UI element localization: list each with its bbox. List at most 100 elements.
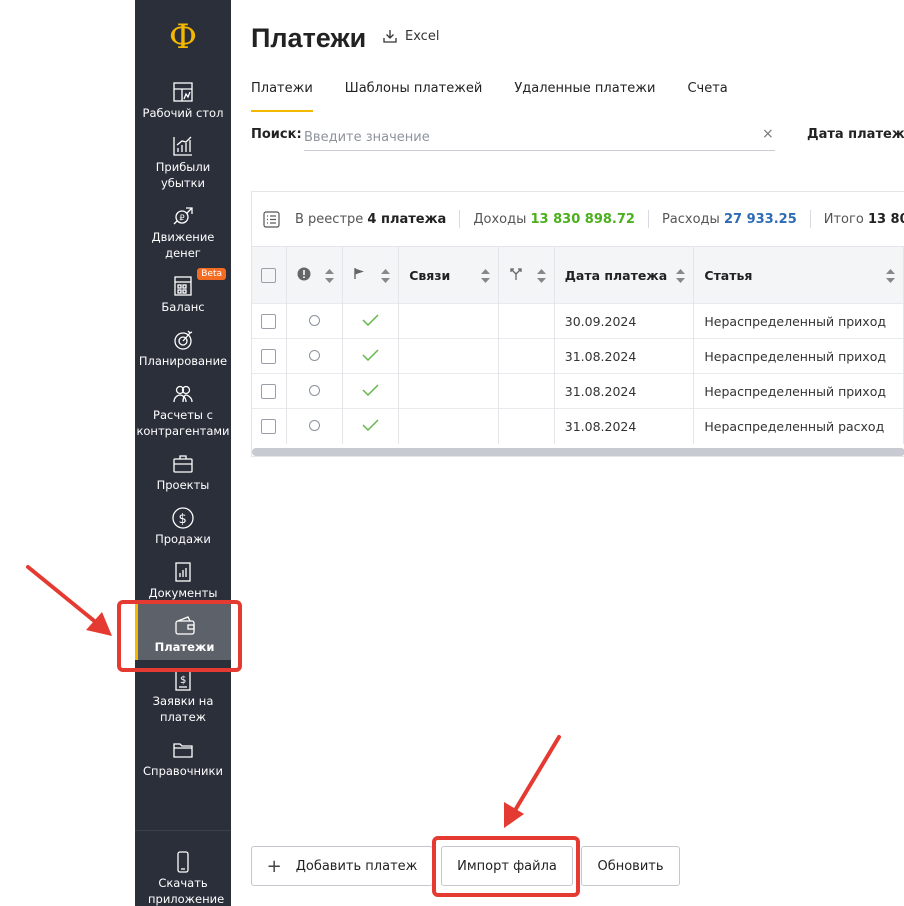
row-status-cell [286, 373, 344, 409]
highlight-box-payments [117, 600, 242, 672]
folder-icon [173, 743, 193, 758]
summary-divider [647, 210, 649, 228]
clear-search-icon[interactable]: × [762, 126, 774, 142]
excel-export-button[interactable]: Excel [382, 28, 439, 44]
split-icon [510, 267, 522, 280]
registry-count: 4 платежа [367, 211, 447, 227]
status-circle-icon [309, 419, 321, 431]
sidebar-item-download-app[interactable]: Скачать приложение [135, 850, 231, 906]
tab-accounts[interactable]: Счета [687, 80, 727, 112]
check-icon [362, 348, 379, 361]
row-flag-cell [342, 303, 400, 339]
sidebar-item-contractors[interactable]: Расчеты с контрагентами [135, 382, 231, 439]
excel-label: Excel [405, 28, 440, 44]
row-date-cell: 31.08.2024 [554, 408, 695, 444]
payments-registry: В реестре 4 платежа Доходы 13 830 898.72… [251, 191, 904, 457]
tab-payments[interactable]: Платежи [251, 80, 313, 112]
svg-text:₽: ₽ [180, 214, 185, 223]
sidebar-item-label: Документы [148, 586, 218, 600]
row-checkbox[interactable] [261, 384, 276, 399]
sidebar-item-balance[interactable]: Баланс [135, 274, 231, 315]
header-payment-date-label: Дата платежа [564, 267, 668, 283]
arrow-to-payments [26, 565, 112, 636]
balance-icon [174, 276, 192, 296]
row-status-cell [286, 338, 344, 374]
table-row[interactable]: 30.09.2024 Нераспределенный приход [252, 303, 904, 339]
row-select-cell[interactable] [252, 373, 288, 409]
header-split[interactable] [498, 246, 555, 304]
row-article-cell: Нераспределенный приход [693, 373, 904, 409]
sort-icon[interactable] [381, 269, 391, 283]
row-article-cell: Нераспределенный приход [693, 303, 904, 339]
header-payment-date[interactable]: Дата платежа [554, 246, 695, 304]
sidebar-item-profit[interactable]: Прибыли убытки [135, 134, 231, 191]
sort-icon[interactable] [676, 269, 686, 283]
row-checkbox[interactable] [261, 419, 276, 435]
beta-badge: Beta [197, 268, 226, 280]
row-status-cell [286, 408, 344, 444]
summary-divider [459, 210, 461, 228]
row-select-cell[interactable] [252, 303, 288, 339]
expense-label: Расходы [661, 211, 720, 227]
sidebar-item-payment-requests[interactable]: $ Заявки на платеж [135, 668, 231, 725]
header-status[interactable] [286, 246, 344, 304]
row-links-cell [398, 303, 499, 339]
sidebar-item-references[interactable]: Справочники [135, 738, 231, 779]
row-checkbox[interactable] [261, 314, 276, 329]
select-all-checkbox[interactable] [261, 268, 276, 283]
sidebar-item-cashflow[interactable]: ₽ Движение денег [135, 204, 231, 261]
status-circle-icon [309, 314, 321, 326]
row-split-cell [498, 338, 555, 374]
sidebar-item-label: Прибыли убытки [155, 160, 211, 190]
add-payment-button[interactable]: + Добавить платеж [251, 846, 433, 886]
row-flag-cell [342, 373, 400, 409]
sidebar-item-dashboard[interactable]: Рабочий стол [135, 80, 231, 121]
check-icon [362, 419, 379, 431]
row-select-cell[interactable] [252, 338, 288, 374]
row-split-cell [498, 373, 555, 409]
table-row[interactable]: 31.08.2024 Нераспределенный приход [252, 338, 904, 374]
date-filter[interactable]: Дата платежа [807, 127, 904, 142]
registry-summary: В реестре 4 платежа Доходы 13 830 898.72… [252, 192, 904, 246]
planning-icon [174, 330, 193, 350]
tab-payment-templates[interactable]: Шаблоны платежей [345, 80, 483, 112]
row-select-cell[interactable] [252, 408, 288, 444]
sort-icon[interactable] [480, 269, 490, 283]
header-select-all[interactable] [252, 246, 288, 304]
table-header-row: Связи Дата платежа Статья [252, 246, 904, 304]
documents-icon [175, 562, 191, 582]
tab-deleted-payments[interactable]: Удаленные платежи [514, 80, 655, 112]
search-input[interactable] [304, 124, 775, 151]
sidebar-item-documents[interactable]: Документы [135, 560, 231, 601]
app-logo[interactable]: Ф [135, 14, 231, 60]
tab-bar: Платежи Шаблоны платежей Удаленные плате… [251, 80, 760, 112]
sort-icon[interactable] [536, 269, 546, 283]
contractors-icon [173, 385, 193, 403]
plus-icon: + [266, 855, 282, 877]
row-date-cell: 30.09.2024 [554, 303, 695, 339]
sidebar-item-label: Проекты [156, 478, 210, 492]
briefcase-icon [173, 455, 193, 473]
sidebar-item-planning[interactable]: Планирование [135, 328, 231, 369]
row-status-cell [286, 303, 344, 339]
sidebar-item-sales[interactable]: $ Продажи [135, 506, 231, 547]
table-row[interactable]: 31.08.2024 Нераспределенный расход [252, 408, 904, 444]
header-article[interactable]: Статья [693, 246, 904, 304]
search-label: Поиск: [251, 127, 302, 142]
svg-text:$: $ [179, 512, 187, 527]
table-row[interactable]: 31.08.2024 Нераспределенный приход [252, 373, 904, 409]
alert-icon [297, 267, 311, 280]
sort-icon[interactable] [325, 269, 335, 283]
sidebar-item-label: Заявки на платеж [152, 694, 214, 724]
row-checkbox[interactable] [261, 349, 276, 364]
status-circle-icon [309, 384, 321, 396]
header-flag[interactable] [342, 246, 400, 304]
sidebar-item-projects[interactable]: Проекты [135, 452, 231, 493]
download-icon [383, 30, 397, 43]
sort-icon[interactable] [886, 269, 895, 283]
refresh-button[interactable]: Обновить [581, 846, 680, 886]
sidebar-divider [135, 830, 231, 831]
dashboard-icon [173, 82, 193, 102]
header-links[interactable]: Связи [398, 246, 499, 304]
horizontal-scrollbar[interactable] [252, 448, 904, 456]
